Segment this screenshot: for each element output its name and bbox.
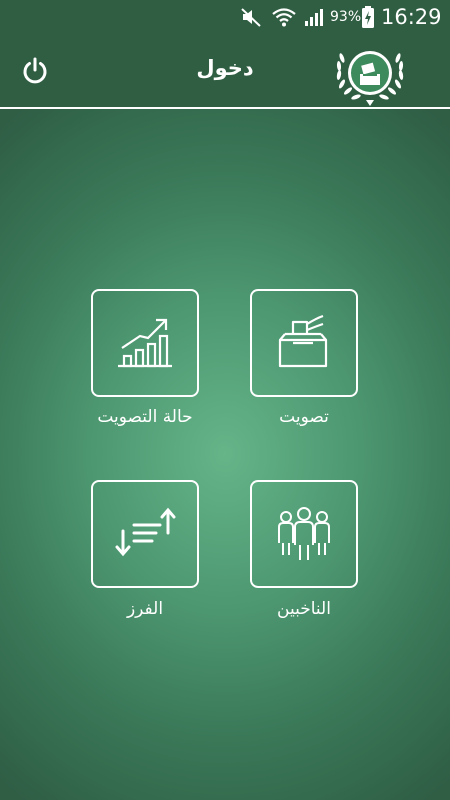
voters-group-icon — [278, 507, 330, 560]
vote-label: تصويت — [279, 407, 329, 427]
voting-status-label: حالة التصويت — [97, 407, 193, 427]
sorting-label: الفرز — [126, 599, 164, 619]
power-icon — [23, 57, 47, 84]
sort-arrows-icon — [115, 507, 176, 557]
voters-tile[interactable] — [250, 480, 358, 588]
vote-tile[interactable] — [250, 289, 358, 397]
wifi-icon — [271, 0, 297, 34]
app-bar: دخول — [0, 34, 450, 109]
bar-chart-trend-icon — [118, 318, 172, 368]
ballot-box-icon — [278, 314, 328, 368]
status-bar: 93% 16:29 — [0, 0, 450, 34]
battery-charging-icon — [361, 0, 375, 34]
main-menu: تصويت حالة التصويت الناخبين الفرز — [0, 109, 450, 800]
page-title: دخول — [196, 56, 254, 80]
signal-icon — [303, 0, 325, 34]
clock: 16:29 — [381, 5, 442, 29]
mute-icon — [240, 0, 262, 34]
sorting-tile[interactable] — [91, 480, 199, 588]
battery-percent: 93% — [330, 9, 362, 25]
voters-label: الناخبين — [277, 599, 331, 619]
ballot-box-logo-icon — [332, 40, 408, 106]
power-button[interactable] — [18, 54, 52, 88]
voting-status-tile[interactable] — [91, 289, 199, 397]
